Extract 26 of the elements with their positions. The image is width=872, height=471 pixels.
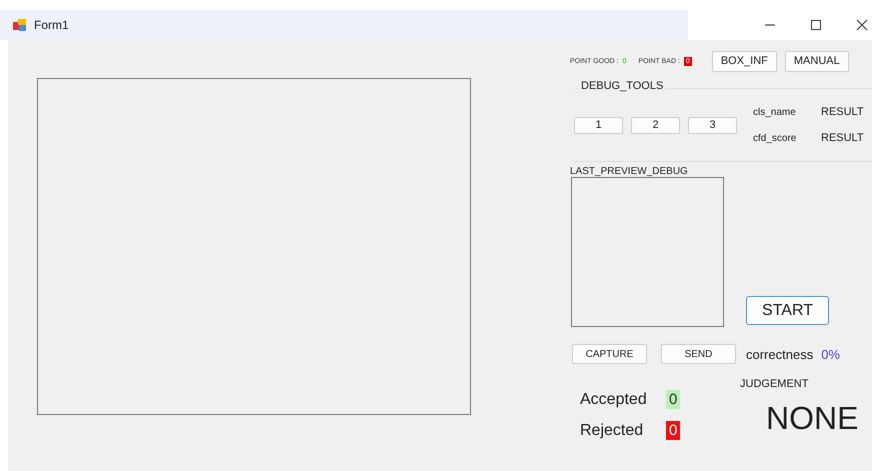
action-button[interactable]: SEND: [661, 344, 736, 364]
maximize-icon[interactable]: [810, 19, 822, 31]
field-label: cfd_score: [753, 132, 798, 144]
toolbar-button[interactable]: MANUAL: [784, 50, 849, 72]
app-icon: [12, 17, 28, 33]
correctness-value: 0%: [821, 346, 840, 362]
judgement-label: JUDGEMENT: [740, 378, 810, 390]
window-title: Form1: [34, 18, 69, 32]
toolbar-button[interactable]: BOX_INF: [712, 50, 777, 72]
group-title: DEBUG_TOOLS: [578, 80, 666, 92]
field-label: cls_name: [753, 106, 797, 118]
debug-button[interactable]: 2: [631, 116, 680, 134]
counter-value: 0: [666, 390, 680, 409]
debug-button[interactable]: 3: [688, 116, 737, 134]
close-icon[interactable]: [856, 19, 868, 31]
preview-label: LAST_PREVIEW_DEBUG: [570, 166, 689, 177]
debug-button[interactable]: 1: [574, 116, 623, 134]
start-button[interactable]: START: [746, 296, 829, 325]
counter-label: Rejected: [580, 422, 644, 440]
correctness-label: correctness: [746, 346, 814, 362]
field-value: RESULT: [821, 106, 864, 118]
field-value: RESULT: [821, 132, 864, 144]
counter-value: 0: [666, 421, 680, 440]
judgement-value: NONE: [766, 400, 858, 437]
action-button[interactable]: CAPTURE: [572, 344, 647, 364]
counter-label: Accepted: [580, 390, 648, 408]
